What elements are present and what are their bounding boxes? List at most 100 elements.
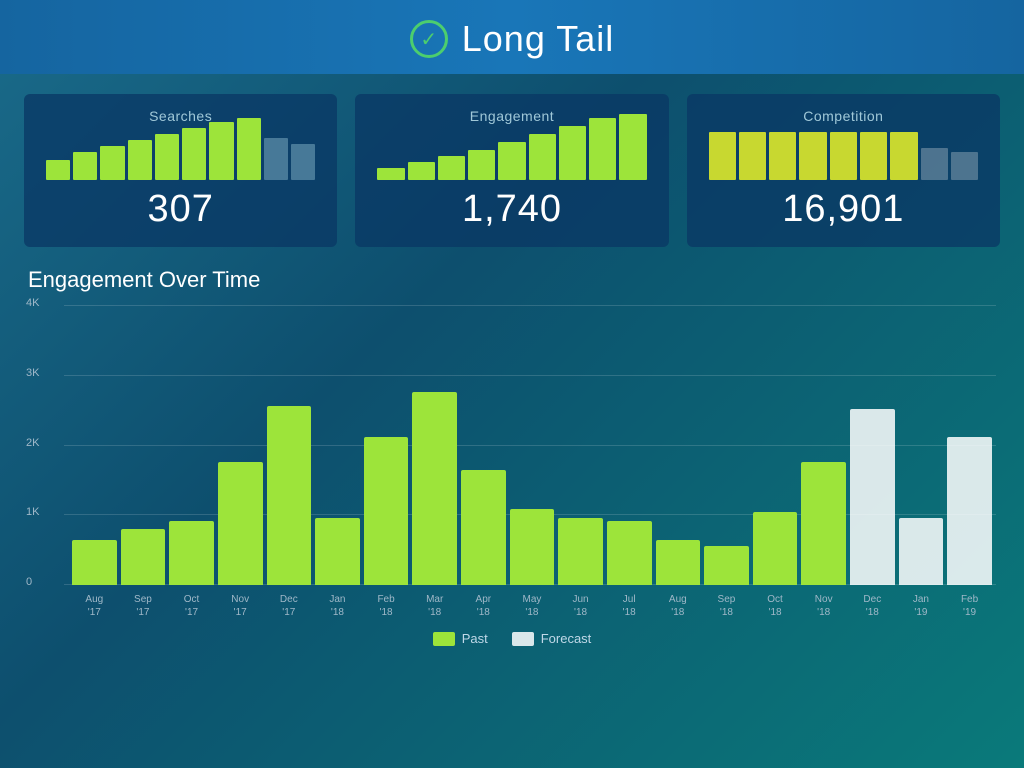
chart-bar-forecast <box>947 437 992 585</box>
mini-bar <box>921 148 948 180</box>
chart-bar-past <box>753 512 798 585</box>
x-axis-label: Sep'18 <box>704 593 749 619</box>
y-axis-label: 0 <box>26 576 32 588</box>
x-axis-label: Sep'17 <box>121 593 166 619</box>
bar-group <box>656 305 701 585</box>
mini-bar <box>438 156 465 180</box>
chart-bar-past <box>72 540 117 585</box>
card-engagement-value: 1,740 <box>373 188 650 231</box>
bar-group <box>218 305 263 585</box>
chart-bar-past <box>364 437 409 585</box>
chart-bar-past <box>607 521 652 585</box>
chart-bar-past <box>169 521 214 585</box>
bar-group <box>72 305 117 585</box>
mini-bar <box>951 152 978 180</box>
x-axis-label: Mar'18 <box>412 593 457 619</box>
bar-group <box>899 305 944 585</box>
mini-bar <box>100 146 124 180</box>
page-title: Long Tail <box>462 18 614 60</box>
chart-bar-past <box>121 529 166 585</box>
card-engagement-minibars <box>373 132 650 180</box>
mini-bar <box>291 144 315 180</box>
mini-bar <box>209 122 233 180</box>
x-axis-label: May'18 <box>510 593 555 619</box>
bar-group <box>169 305 214 585</box>
chart-bar-past <box>315 518 360 585</box>
chart-bar-past <box>801 462 846 585</box>
x-axis-label: Jun'18 <box>558 593 603 619</box>
mini-bar <box>264 138 288 180</box>
mini-bar <box>799 132 826 180</box>
chart-bar-forecast <box>899 518 944 585</box>
mini-bar <box>589 118 616 180</box>
bar-group <box>947 305 992 585</box>
chart-bar-past <box>656 540 701 585</box>
mini-bar <box>529 134 556 180</box>
legend-forecast: Forecast <box>512 631 592 646</box>
mini-bar <box>377 168 404 180</box>
mini-bar <box>46 160 70 180</box>
mini-bar <box>468 150 495 180</box>
check-icon: ✓ <box>410 20 448 58</box>
x-axis-label: Dec'17 <box>267 593 312 619</box>
chart-bar-past <box>704 546 749 585</box>
mini-bar <box>559 126 586 180</box>
mini-bar <box>890 132 917 180</box>
bar-group <box>121 305 166 585</box>
mini-bar <box>237 118 261 180</box>
mini-bar <box>769 132 796 180</box>
legend: Past Forecast <box>28 631 996 646</box>
mini-bar <box>619 114 646 180</box>
x-axis-label: Oct'18 <box>753 593 798 619</box>
chart-title: Engagement Over Time <box>28 267 996 293</box>
x-axis-label: Jan'19 <box>899 593 944 619</box>
bar-group <box>558 305 603 585</box>
past-swatch <box>433 632 455 646</box>
bar-group <box>267 305 312 585</box>
bar-group <box>607 305 652 585</box>
header: ✓ Long Tail <box>0 0 1024 74</box>
x-axis-label: Jul'18 <box>607 593 652 619</box>
legend-past: Past <box>433 631 488 646</box>
x-axis-label: Apr'18 <box>461 593 506 619</box>
y-axis-label: 1K <box>26 506 39 518</box>
forecast-swatch <box>512 632 534 646</box>
card-engagement: Engagement1,740 <box>355 94 668 247</box>
forecast-label: Forecast <box>541 631 592 646</box>
x-axis-label: Aug'18 <box>656 593 701 619</box>
bar-group <box>510 305 555 585</box>
card-competition-minibars <box>705 132 982 180</box>
mini-bar <box>498 142 525 180</box>
bar-group <box>753 305 798 585</box>
mini-bar <box>709 132 736 180</box>
chart-bar-forecast <box>850 409 895 585</box>
chart-bar-past <box>558 518 603 585</box>
mini-bar <box>182 128 206 180</box>
mini-bar <box>73 152 97 180</box>
card-searches-value: 307 <box>42 188 319 231</box>
x-axis-label: Aug'17 <box>72 593 117 619</box>
mini-bar <box>860 132 887 180</box>
chart-bar-past <box>510 509 555 585</box>
y-axis-label: 3K <box>26 367 39 379</box>
bar-group <box>364 305 409 585</box>
y-axis-label: 2K <box>26 437 39 449</box>
chart-bar-past <box>218 462 263 585</box>
mini-bar <box>155 134 179 180</box>
chart-bar-past <box>461 470 506 585</box>
card-competition-value: 16,901 <box>705 188 982 231</box>
x-axis-label: Oct'17 <box>169 593 214 619</box>
bars-container <box>72 305 992 585</box>
bar-group <box>412 305 457 585</box>
bar-group <box>461 305 506 585</box>
mini-bar <box>128 140 152 180</box>
card-searches: Searches307 <box>24 94 337 247</box>
x-labels: Aug'17Sep'17Oct'17Nov'17Dec'17Jan'18Feb'… <box>72 587 992 625</box>
bar-group <box>704 305 749 585</box>
x-axis-label: Feb'19 <box>947 593 992 619</box>
x-axis-label: Feb'18 <box>364 593 409 619</box>
y-axis-label: 4K <box>26 297 39 309</box>
card-competition: Competition16,901 <box>687 94 1000 247</box>
mini-bar <box>830 132 857 180</box>
mini-bar <box>408 162 435 180</box>
